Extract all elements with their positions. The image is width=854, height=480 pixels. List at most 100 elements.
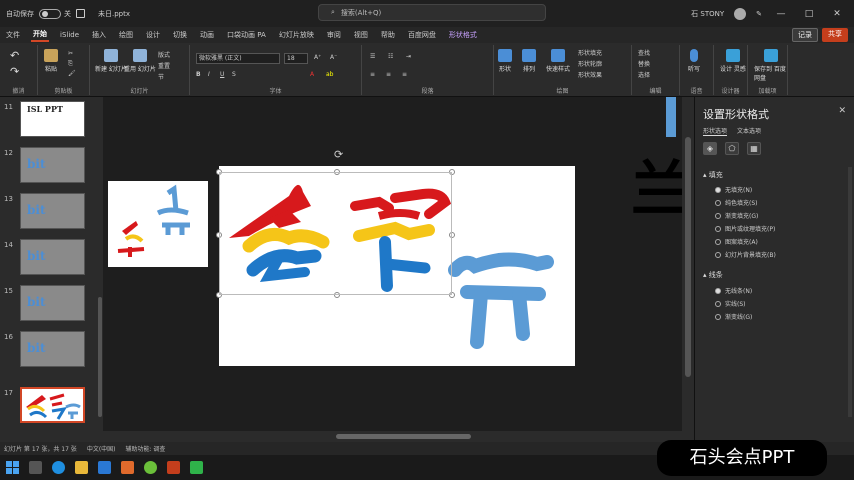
tab-draw[interactable]: 绘图 bbox=[117, 29, 135, 41]
pane-close-button[interactable]: ✕ bbox=[838, 106, 846, 116]
save-to-netdisk-button[interactable]: 保存到 百度网盘 bbox=[754, 49, 787, 82]
increase-font-icon[interactable]: A⁺ bbox=[314, 54, 321, 61]
mail-icon[interactable] bbox=[98, 461, 111, 474]
save-icon[interactable] bbox=[76, 9, 85, 18]
user-name[interactable]: 石 STONY bbox=[691, 9, 724, 19]
align-left-icon[interactable]: ≡ bbox=[370, 71, 375, 78]
rotate-handle-icon[interactable]: ⟳ bbox=[334, 148, 343, 161]
taskview-icon[interactable] bbox=[29, 461, 42, 474]
powerpoint-icon[interactable] bbox=[167, 461, 180, 474]
pen-icon[interactable]: ✎ bbox=[756, 10, 762, 18]
app-icon[interactable] bbox=[144, 461, 157, 474]
font-color-icon[interactable]: A bbox=[310, 71, 314, 78]
canvas-vscroll-thumb[interactable] bbox=[685, 137, 691, 377]
undo-button[interactable]: ↶ bbox=[10, 49, 19, 62]
share-button[interactable]: 共享 bbox=[822, 28, 848, 42]
reset-button[interactable]: 重置 bbox=[158, 61, 170, 70]
slide-thumbnail-12[interactable]: bit bbox=[20, 147, 85, 183]
numbering-icon[interactable]: ☷ bbox=[388, 53, 393, 60]
line-option-none[interactable]: 无线条(N) bbox=[715, 286, 752, 295]
tab-help[interactable]: 帮助 bbox=[379, 29, 397, 41]
paste-button[interactable]: 粘贴 bbox=[44, 49, 58, 73]
tab-text-options[interactable]: 文本选项 bbox=[737, 126, 761, 136]
fill-section-header[interactable]: ▴ 填充 bbox=[703, 170, 723, 180]
shape-outline-button[interactable]: 形状轮廓 bbox=[578, 59, 602, 68]
designer-button[interactable]: 设计 灵感 bbox=[720, 49, 746, 73]
line-option-solid[interactable]: 实线(S) bbox=[715, 299, 746, 308]
avatar[interactable] bbox=[734, 7, 747, 20]
language-status[interactable]: 中文(中国) bbox=[87, 444, 116, 453]
canvas-horizontal-scrollbar[interactable] bbox=[103, 431, 694, 442]
effects-icon[interactable]: ⬠ bbox=[725, 142, 739, 155]
fill-option-none[interactable]: 无填充(N) bbox=[715, 185, 752, 194]
redo-button[interactable]: ↷ bbox=[10, 65, 19, 78]
slide-thumbnail-17[interactable] bbox=[20, 387, 85, 423]
line-section-header[interactable]: ▴ 线条 bbox=[703, 270, 723, 280]
minimize-button[interactable]: — bbox=[772, 9, 790, 19]
record-button[interactable]: 记录 bbox=[792, 28, 818, 42]
slide-canvas[interactable]: 兰 ⟳ bbox=[103, 97, 682, 431]
fill-option-gradient[interactable]: 渐变填充(G) bbox=[715, 211, 758, 220]
tab-animations[interactable]: 动画 bbox=[198, 29, 216, 41]
slide-thumbnail-13[interactable]: bit bbox=[20, 193, 85, 229]
canvas-vertical-scrollbar[interactable] bbox=[682, 97, 694, 431]
pane-scrollbar[interactable] bbox=[848, 167, 852, 417]
cut-icon[interactable]: ✂ bbox=[68, 50, 73, 57]
autosave-toggle[interactable] bbox=[39, 8, 61, 19]
slide-thumbnail-11[interactable]: ISL PPT bbox=[20, 101, 85, 137]
replace-button[interactable]: 替换 bbox=[638, 59, 650, 68]
shape-fill-button[interactable]: 形状填充 bbox=[578, 48, 602, 57]
shadow-icon[interactable]: S bbox=[232, 71, 236, 78]
tab-pocket-animation[interactable]: 口袋动画 PA bbox=[225, 29, 268, 41]
bullets-icon[interactable]: ☰ bbox=[370, 53, 375, 60]
format-painter-icon[interactable]: 🖌 bbox=[68, 70, 76, 77]
bold-icon[interactable]: B bbox=[196, 71, 201, 78]
tab-view[interactable]: 视图 bbox=[352, 29, 370, 41]
file-name[interactable]: 未日.pptx bbox=[98, 9, 130, 19]
canvas-hscroll-thumb[interactable] bbox=[336, 434, 471, 439]
tab-transitions[interactable]: 切换 bbox=[171, 29, 189, 41]
tab-shape-options[interactable]: 形状选项 bbox=[703, 126, 728, 136]
tab-insert[interactable]: 插入 bbox=[90, 29, 108, 41]
indent-icon[interactable]: ⇥ bbox=[406, 53, 411, 60]
fill-option-background[interactable]: 幻灯片背景填充(B) bbox=[715, 250, 776, 259]
quick-styles-button[interactable]: 快速样式 bbox=[546, 49, 570, 73]
dictate-button[interactable]: 听写 bbox=[688, 49, 700, 73]
tab-home[interactable]: 开始 bbox=[31, 28, 49, 42]
wechat-icon[interactable] bbox=[190, 461, 203, 474]
new-slide-button[interactable]: 新建 幻灯片 bbox=[95, 49, 127, 73]
font-name-select[interactable]: 微软雅黑 (正文) bbox=[196, 53, 280, 64]
maximize-button[interactable]: □ bbox=[800, 9, 818, 19]
fill-option-picture[interactable]: 图片或纹理填充(P) bbox=[715, 224, 775, 233]
tab-islide[interactable]: iSlide bbox=[58, 30, 81, 40]
accessibility-status[interactable]: 辅助功能: 调查 bbox=[126, 444, 166, 453]
align-right-icon[interactable]: ≡ bbox=[402, 71, 407, 78]
find-button[interactable]: 查找 bbox=[638, 48, 650, 57]
shape-effects-button[interactable]: 形状效果 bbox=[578, 70, 602, 79]
align-center-icon[interactable]: ≡ bbox=[386, 71, 391, 78]
shapes-button[interactable]: 形状 bbox=[498, 49, 512, 73]
offslide-glyph[interactable]: 兰 bbox=[631, 141, 682, 228]
tab-design[interactable]: 设计 bbox=[144, 29, 162, 41]
fill-option-pattern[interactable]: 图案填充(A) bbox=[715, 237, 758, 246]
reuse-slide-button[interactable]: 重用 幻灯片 bbox=[124, 49, 156, 73]
tab-review[interactable]: 审阅 bbox=[325, 29, 343, 41]
tab-slideshow[interactable]: 幻灯片放映 bbox=[277, 29, 316, 41]
fill-line-icon[interactable]: ◈ bbox=[703, 142, 717, 155]
close-button[interactable]: ✕ bbox=[828, 9, 846, 19]
decrease-font-icon[interactable]: A⁻ bbox=[330, 54, 337, 61]
edge-icon[interactable] bbox=[52, 461, 65, 474]
tab-file[interactable]: 文件 bbox=[4, 29, 22, 41]
line-option-gradient[interactable]: 渐变线(G) bbox=[715, 312, 752, 321]
underline-icon[interactable]: U bbox=[220, 71, 224, 78]
windows-start-icon[interactable] bbox=[6, 461, 19, 474]
slide-thumbnail-16[interactable]: bit bbox=[20, 331, 85, 367]
layout-button[interactable]: 版式 bbox=[158, 50, 170, 59]
tab-shape-format[interactable]: 形状格式 bbox=[447, 29, 479, 41]
search-box[interactable]: ⌕ 搜索(Alt+Q) bbox=[318, 4, 546, 21]
tab-baidu-netdisk[interactable]: 百度网盘 bbox=[406, 29, 438, 41]
thumbnail-scrollbar-thumb[interactable] bbox=[98, 297, 102, 417]
arrange-button[interactable]: 排列 bbox=[522, 49, 536, 73]
select-button[interactable]: 选择 bbox=[638, 70, 650, 79]
offslide-picture[interactable] bbox=[108, 181, 208, 267]
